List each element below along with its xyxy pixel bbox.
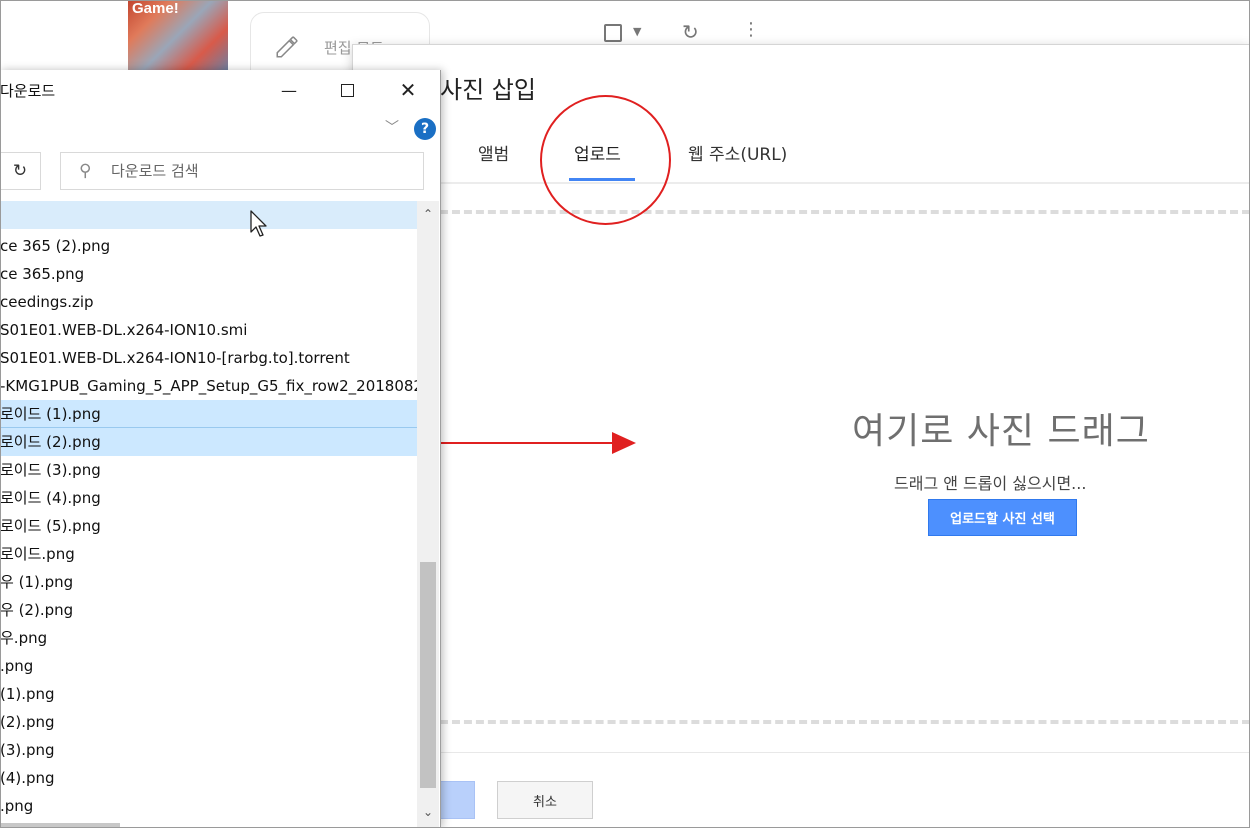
- maximize-icon[interactable]: [324, 70, 370, 110]
- scrollbar-thumb[interactable]: [420, 562, 436, 788]
- file-dialog-title: 다운로드: [0, 82, 56, 100]
- select-photo-button[interactable]: 업로드할 사진 선택: [928, 499, 1077, 536]
- list-item[interactable]: 로이드.png: [0, 540, 417, 568]
- refresh-icon: ↻: [12, 161, 28, 181]
- thumbnail-text: Game!: [132, 0, 179, 17]
- chevron-down-icon[interactable]: ▼: [633, 25, 641, 38]
- list-item[interactable]: ceedings.zip: [0, 288, 417, 316]
- list-item[interactable]: [0, 201, 417, 229]
- tabs-divider: [352, 182, 1250, 184]
- file-list: ce 365 (2).png ce 365.png ceedings.zip S…: [0, 201, 417, 826]
- horizontal-scrollbar[interactable]: [0, 823, 120, 827]
- list-item[interactable]: ce 365 (2).png: [0, 232, 417, 260]
- vertical-scrollbar[interactable]: ⌃ ⌄: [417, 201, 439, 828]
- chevron-down-icon[interactable]: ﹀: [385, 117, 399, 137]
- cursor-icon: [250, 210, 267, 237]
- dialog-title: 사진 삽입: [440, 76, 536, 104]
- list-item[interactable]: 우 (1).png: [0, 568, 417, 596]
- footer-divider: [352, 752, 1250, 753]
- search-box[interactable]: ⚲: [60, 152, 424, 190]
- pencil-icon: [276, 36, 298, 58]
- list-item[interactable]: .png: [0, 652, 417, 680]
- list-item[interactable]: ce 365.png: [0, 260, 417, 288]
- list-item[interactable]: -KMG1PUB_Gaming_5_APP_Setup_G5_fix_row2_…: [0, 372, 417, 400]
- tab-url[interactable]: 웹 주소(URL): [688, 140, 787, 165]
- list-item[interactable]: (1).png: [0, 680, 417, 708]
- file-open-dialog: 다운로드 — ✕ ﹀ ? ↻ ⚲ ce 365 (2).png ce 365.p…: [0, 70, 441, 828]
- list-item[interactable]: S01E01.WEB-DL.x264-ION10-[rarbg.to].torr…: [0, 344, 417, 372]
- more-vert-icon[interactable]: ⋮: [742, 19, 760, 41]
- list-item[interactable]: S01E01.WEB-DL.x264-ION10.smi: [0, 316, 417, 344]
- list-item[interactable]: 로이드 (1).png: [0, 400, 417, 428]
- drop-zone-title: 여기로 사진 드래그: [852, 411, 1150, 452]
- refresh-icon[interactable]: ↻: [682, 20, 699, 44]
- help-icon[interactable]: ?: [414, 118, 436, 140]
- drop-zone[interactable]: [440, 210, 1250, 724]
- close-icon[interactable]: ✕: [385, 70, 431, 110]
- list-item[interactable]: 로이드 (4).png: [0, 484, 417, 512]
- list-item[interactable]: (2).png: [0, 708, 417, 736]
- tab-album[interactable]: 앨범: [478, 140, 509, 165]
- search-icon: ⚲: [79, 161, 92, 181]
- list-item[interactable]: (3).png: [0, 736, 417, 764]
- list-item[interactable]: 로이드 (5).png: [0, 512, 417, 540]
- search-input[interactable]: [111, 159, 411, 183]
- scroll-down-icon[interactable]: ⌄: [417, 801, 439, 823]
- list-item[interactable]: 우.png: [0, 624, 417, 652]
- scroll-up-icon[interactable]: ⌃: [417, 203, 439, 225]
- list-item[interactable]: 우 (2).png: [0, 596, 417, 624]
- cancel-button[interactable]: 취소: [497, 781, 593, 819]
- annotation-circle: [540, 95, 671, 225]
- list-item[interactable]: 로이드 (3).png: [0, 456, 417, 484]
- list-item[interactable]: (4).png: [0, 764, 417, 792]
- minimize-icon[interactable]: —: [266, 70, 312, 110]
- checkbox-icon[interactable]: [604, 24, 622, 42]
- refresh-button[interactable]: ↻: [0, 152, 41, 190]
- list-item[interactable]: 로이드 (2).png: [0, 428, 417, 456]
- list-item[interactable]: .png: [0, 792, 417, 820]
- drop-zone-subtitle: 드래그 앤 드롭이 싫으시면...: [894, 474, 1087, 493]
